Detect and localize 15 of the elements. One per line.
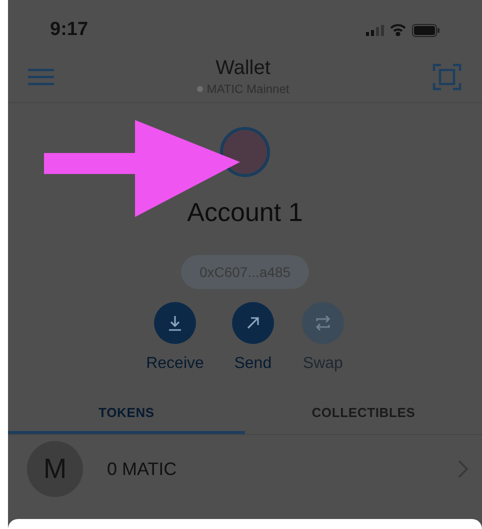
download-icon xyxy=(166,314,184,332)
arrow-up-right-icon xyxy=(244,315,261,331)
battery-icon xyxy=(412,24,440,36)
avatar xyxy=(220,127,270,177)
tab[interactable]: TOKENS xyxy=(8,394,245,434)
wifi-icon xyxy=(390,24,406,36)
status-time: 9:17 xyxy=(50,18,88,42)
header-title: Wallet xyxy=(216,56,270,80)
scan-icon[interactable] xyxy=(432,62,462,92)
swap-icon xyxy=(314,314,332,332)
account-name: Account 1 xyxy=(187,196,303,228)
action-button[interactable]: Receive xyxy=(146,302,204,376)
token-balance: 0 MATIC xyxy=(107,458,178,480)
menu-icon[interactable] xyxy=(28,68,54,86)
signal-icon xyxy=(366,24,384,36)
